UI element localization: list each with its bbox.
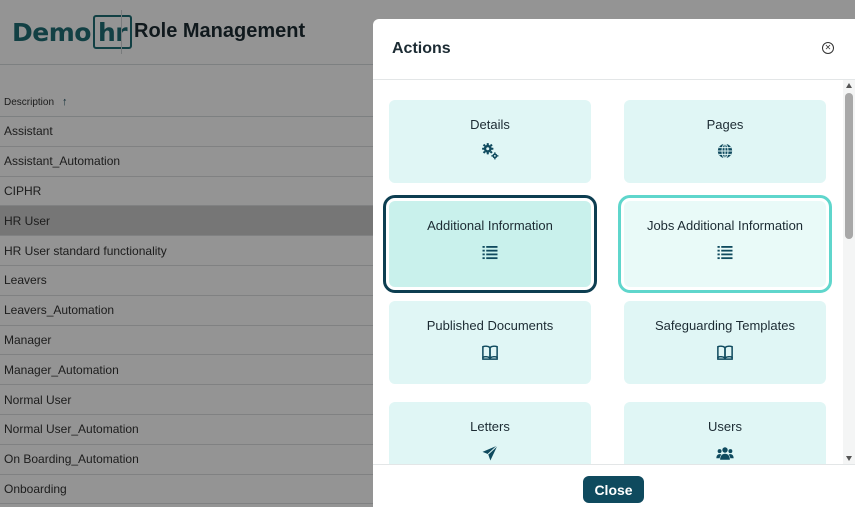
additional-information-tile[interactable]: Additional Information [383, 195, 597, 293]
book-icon [716, 343, 734, 361]
book-icon [481, 343, 499, 361]
users-icon [716, 444, 734, 462]
close-circle-icon[interactable]: ✕ [822, 42, 834, 54]
tile-label: Pages [706, 117, 744, 132]
close-button[interactable]: Close [583, 476, 644, 503]
tile-label: Additional Information [427, 218, 553, 233]
modal-scrollbar[interactable] [843, 80, 855, 464]
jobs-additional-information-tile[interactable]: Jobs Additional Information [618, 195, 832, 293]
details-tile[interactable]: Details [389, 100, 591, 183]
safeguarding-templates-tile[interactable]: Safeguarding Templates [624, 301, 826, 384]
letters-tile[interactable]: Letters [389, 402, 591, 464]
gears-icon [481, 142, 499, 160]
modal-body: Details Pages Additional Information Job… [373, 80, 843, 464]
published-documents-tile[interactable]: Published Documents [389, 301, 591, 384]
users-tile[interactable]: Users [624, 402, 826, 464]
globe-icon [716, 142, 734, 160]
modal-footer-divider [373, 464, 855, 465]
tile-label: Safeguarding Templates [655, 318, 795, 333]
tile-label: Letters [470, 419, 510, 434]
tile-label: Details [470, 117, 510, 132]
list-icon [481, 243, 499, 261]
scroll-up-arrow-icon[interactable] [846, 83, 852, 88]
pages-tile[interactable]: Pages [624, 100, 826, 183]
scrollbar-thumb[interactable] [845, 93, 853, 239]
tile-label: Jobs Additional Information [646, 218, 804, 233]
actions-modal: Actions ✕ Details Pages Additional Infor… [373, 19, 855, 507]
modal-title: Actions [392, 40, 451, 57]
scroll-down-arrow-icon[interactable] [846, 456, 852, 461]
paper-plane-icon [481, 444, 499, 462]
tile-label: Published Documents [426, 318, 554, 333]
tile-label: Users [708, 419, 742, 434]
list-icon [716, 243, 734, 261]
